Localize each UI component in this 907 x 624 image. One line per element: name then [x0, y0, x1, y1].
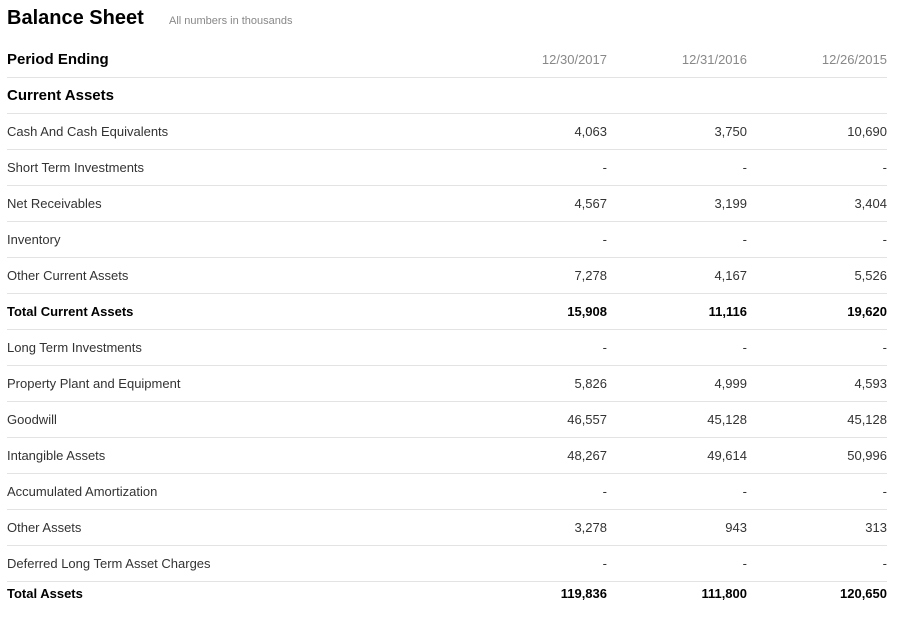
row-label: Deferred Long Term Asset Charges: [7, 545, 467, 582]
table-row: Cash And Cash Equivalents 4,063 3,750 10…: [7, 113, 887, 150]
cell-value: -: [747, 221, 887, 258]
cell-value: -: [607, 545, 747, 582]
cell-value: 4,593: [747, 365, 887, 402]
cell-value: 19,620: [747, 293, 887, 330]
table-row: Short Term Investments - - -: [7, 149, 887, 186]
table-row: Goodwill 46,557 45,128 45,128: [7, 401, 887, 438]
row-label: Short Term Investments: [7, 149, 467, 186]
cell-value: 3,199: [607, 185, 747, 222]
column-date: 12/30/2017: [467, 42, 607, 78]
row-label: Goodwill: [7, 401, 467, 438]
cell-value: -: [747, 473, 887, 510]
row-label: Total Current Assets: [7, 293, 467, 330]
cell-value: 45,128: [607, 401, 747, 438]
cell-value: 4,999: [607, 365, 747, 402]
cell-value: 4,567: [467, 185, 607, 222]
section-title: Current Assets: [7, 77, 467, 114]
table-row: Other Current Assets 7,278 4,167 5,526: [7, 257, 887, 294]
cell-value: -: [607, 473, 747, 510]
row-label: Accumulated Amortization: [7, 473, 467, 510]
cell-value: -: [467, 329, 607, 366]
cell-value: -: [747, 545, 887, 582]
cell-value: 3,404: [747, 185, 887, 222]
cell-value: 15,908: [467, 293, 607, 330]
cell-value: 3,750: [607, 113, 747, 150]
cell-value: 50,996: [747, 437, 887, 474]
table-header-row: Period Ending 12/30/2017 12/31/2016 12/2…: [7, 42, 887, 78]
cell-value: 3,278: [467, 509, 607, 546]
row-label: Intangible Assets: [7, 437, 467, 474]
period-ending-label: Period Ending: [7, 42, 467, 78]
cell-value: 49,614: [607, 437, 747, 474]
cell-value: 45,128: [747, 401, 887, 438]
cell-value: -: [747, 149, 887, 186]
table-row: Property Plant and Equipment 5,826 4,999…: [7, 365, 887, 402]
row-label: Other Assets: [7, 509, 467, 546]
balance-sheet-table: Period Ending 12/30/2017 12/31/2016 12/2…: [7, 42, 887, 604]
cell-value: 943: [607, 509, 747, 546]
cell-value: 313: [747, 509, 887, 546]
cell-value: 4,167: [607, 257, 747, 294]
table-row: Net Receivables 4,567 3,199 3,404: [7, 185, 887, 222]
total-row: Total Current Assets 15,908 11,116 19,62…: [7, 293, 887, 330]
row-label: Net Receivables: [7, 185, 467, 222]
page-title: Balance Sheet: [7, 7, 144, 29]
cell-value: 5,826: [467, 365, 607, 402]
row-label: Long Term Investments: [7, 329, 467, 366]
table-row: Accumulated Amortization - - -: [7, 473, 887, 510]
cell-value: -: [607, 221, 747, 258]
table-row: Deferred Long Term Asset Charges - - -: [7, 545, 887, 582]
row-label: Property Plant and Equipment: [7, 365, 467, 402]
cell-value: 5,526: [747, 257, 887, 294]
cell-value: 48,267: [467, 437, 607, 474]
row-label: Other Current Assets: [7, 257, 467, 294]
column-date: 12/31/2016: [607, 42, 747, 78]
cell-value: 4,063: [467, 113, 607, 150]
cell-value: 46,557: [467, 401, 607, 438]
cell-value: 111,800: [701, 585, 747, 601]
table-row: Inventory - - -: [7, 221, 887, 258]
cell-value: 119,836: [560, 585, 607, 601]
cell-value: -: [467, 221, 607, 258]
cell-value: -: [467, 149, 607, 186]
row-label: Total Assets: [7, 585, 83, 601]
row-label: Inventory: [7, 221, 467, 258]
units-note: All numbers in thousands: [169, 15, 293, 27]
cell-value: -: [467, 473, 607, 510]
table-row: Intangible Assets 48,267 49,614 50,996: [7, 437, 887, 474]
total-row: Total Assets 119,836 111,800 120,650: [7, 582, 887, 605]
column-date: 12/26/2015: [747, 42, 887, 78]
cell-value: -: [747, 329, 887, 366]
table-row: Long Term Investments - - -: [7, 329, 887, 366]
cell-value: 11,116: [607, 293, 747, 330]
table-row: Other Assets 3,278 943 313: [7, 509, 887, 546]
cell-value: 120,650: [840, 585, 887, 601]
cell-value: 7,278: [467, 257, 607, 294]
section-header-row: Current Assets: [7, 77, 887, 114]
cell-value: 10,690: [747, 113, 887, 150]
cell-value: -: [467, 545, 607, 582]
row-label: Cash And Cash Equivalents: [7, 113, 467, 150]
cell-value: -: [607, 149, 747, 186]
cell-value: -: [607, 329, 747, 366]
